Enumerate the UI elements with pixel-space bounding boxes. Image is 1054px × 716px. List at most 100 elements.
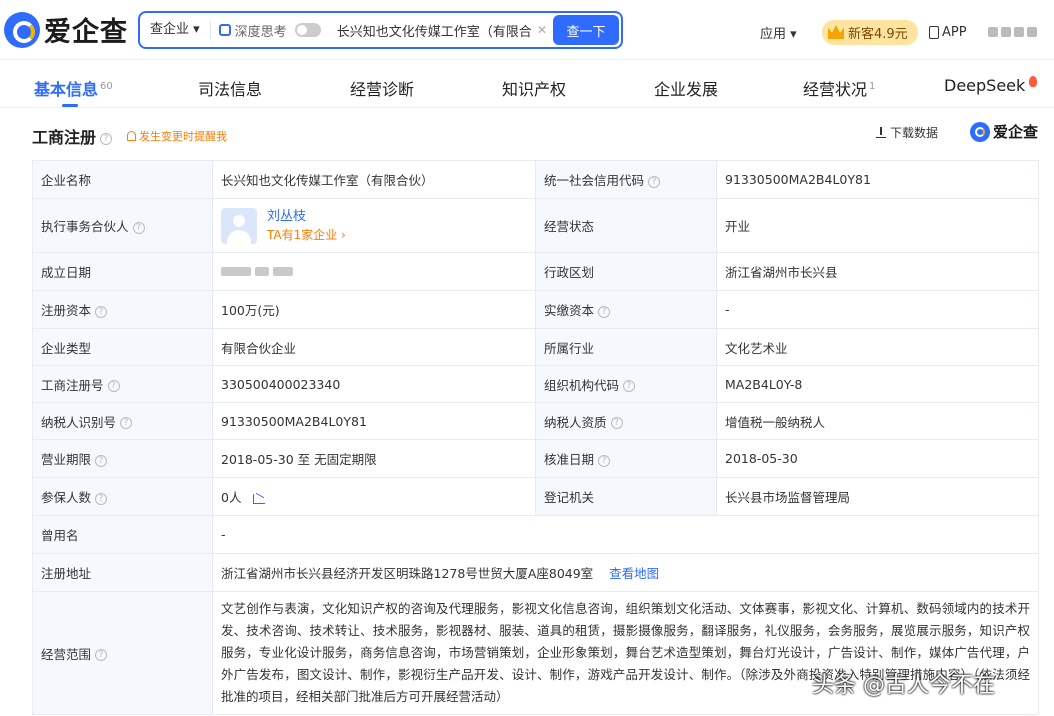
field-label: 纳税人识别号?: [32, 402, 213, 440]
field-label: 成立日期: [32, 252, 213, 291]
help-icon[interactable]: ?: [598, 454, 611, 467]
field-value: 91330500MA2B4L0Y81: [716, 160, 1039, 199]
field-value: -: [716, 290, 1039, 329]
search-type-dropdown[interactable]: 查企业 ▾: [140, 21, 211, 39]
tab-enterprise-development[interactable]: 企业发展: [654, 76, 718, 100]
field-value: 文化艺术业: [716, 328, 1039, 366]
table-row: 企业类型 有限合伙企业 所属行业 文化艺术业: [32, 328, 1039, 366]
table-row: 工商注册号? 330500400023340 组织机构代码? MA2B4L0Y-…: [32, 365, 1039, 403]
partner-name-link[interactable]: 刘丛枝: [267, 208, 346, 226]
field-value: 长兴知也文化传媒工作室（有限合伙）: [212, 160, 536, 199]
download-data-button[interactable]: 下载数据: [876, 124, 938, 141]
field-value-blurred: [212, 252, 536, 291]
deep-think-option[interactable]: 深度思考: [211, 21, 329, 40]
fire-icon: [1029, 76, 1038, 87]
tab-intellectual-property[interactable]: 知识产权: [502, 76, 566, 100]
app-download-link[interactable]: APP: [929, 20, 967, 44]
partner-company-count-link[interactable]: TA有1家企业 ›: [267, 226, 346, 244]
field-label: 执行事务合伙人?: [32, 198, 213, 253]
field-label: 经营范围?: [32, 591, 213, 715]
field-label: 营业期限?: [32, 439, 213, 478]
clear-icon[interactable]: ✕: [531, 23, 553, 37]
change-remind-link[interactable]: 发生变更时提醒我: [127, 128, 227, 144]
deep-think-icon: [218, 24, 231, 36]
promo-badge[interactable]: 新客4.9元: [822, 19, 918, 45]
deep-think-label: 深度思考: [234, 24, 287, 40]
download-icon: [876, 127, 886, 138]
app-label: APP: [942, 24, 967, 40]
field-label: 参保人数?: [32, 477, 213, 516]
help-icon[interactable]: ?: [107, 380, 120, 392]
tab-operation-status[interactable]: 经营状况 1: [803, 76, 875, 100]
table-row: 执行事务合伙人? 刘丛枝 TA有1家企业 › 经营状态 开业: [32, 198, 1039, 253]
deep-think-toggle[interactable]: [294, 23, 321, 37]
field-value: 长兴县市场监督管理局: [716, 477, 1039, 516]
field-value: 330500400023340: [212, 365, 536, 403]
field-label: 曾用名: [32, 515, 213, 554]
field-value: 增值税一般纳税人: [716, 402, 1039, 440]
partner-card[interactable]: 刘丛枝 TA有1家企业 ›: [221, 207, 527, 244]
main-tabs: 基本信息 60 司法信息 经营诊断 知识产权 企业发展 经营状况 1 DeepSee…: [0, 62, 1054, 108]
field-label: 经营状态: [535, 198, 717, 253]
field-label: 工商注册号?: [32, 365, 213, 403]
table-row: 成立日期 行政区划 浙江省湖州市长兴县: [32, 252, 1039, 291]
field-value: 有限合伙企业: [212, 328, 536, 366]
field-label: 组织机构代码?: [535, 365, 717, 403]
crown-icon: [828, 25, 844, 39]
watermark: 头条 @古人今不在: [812, 673, 995, 698]
field-label: 纳税人资质?: [535, 402, 717, 440]
field-value: 100万(元): [212, 290, 536, 329]
help-icon[interactable]: ?: [598, 305, 611, 318]
help-icon[interactable]: ?: [100, 132, 113, 145]
field-label: 登记机关: [535, 477, 717, 516]
site-logo[interactable]: 爱企查: [4, 10, 128, 49]
field-label: 行政区划: [535, 252, 717, 291]
field-value: 浙江省湖州市长兴县经济开发区明珠路1278号世贸大厦A座8049室 查看地图: [212, 553, 1039, 592]
table-row: 营业期限? 2018-05-30 至 无固定期限 核准日期? 2018-05-3…: [32, 439, 1039, 478]
phone-icon: [929, 25, 939, 39]
logo-mark-icon: [4, 11, 40, 48]
search-button[interactable]: 查一下: [553, 15, 619, 45]
help-icon[interactable]: ?: [648, 175, 661, 188]
table-row: 纳税人识别号? 91330500MA2B4L0Y81 纳税人资质? 增值税一般纳…: [32, 402, 1039, 440]
field-value: 浙江省湖州市长兴县: [716, 252, 1039, 291]
tab-basic-info[interactable]: 基本信息 60: [34, 76, 113, 100]
search-box: 查企业 ▾ 深度思考 长兴知也文化传媒工作室（有限合伙 ✕ 查一下: [138, 11, 623, 49]
tab-judicial-info[interactable]: 司法信息: [198, 76, 262, 100]
table-row: 参保人数? 0人 登记机关 长兴县市场监督管理局: [32, 477, 1039, 516]
table-row: 曾用名 -: [32, 515, 1039, 554]
search-input[interactable]: 长兴知也文化传媒工作室（有限合伙: [329, 21, 531, 40]
business-registration-table: 企业名称 长兴知也文化传媒工作室（有限合伙） 统一社会信用代码? 9133050…: [32, 160, 1039, 715]
help-icon[interactable]: ?: [95, 649, 108, 661]
field-label: 核准日期?: [535, 439, 717, 478]
field-label: 实缴资本?: [535, 290, 717, 329]
tab-deepseek[interactable]: DeepSeek: [944, 76, 1038, 95]
table-row: 注册资本? 100万(元) 实缴资本? -: [32, 290, 1039, 329]
field-value: -: [212, 515, 1039, 554]
table-row: 企业名称 长兴知也文化传媒工作室（有限合伙） 统一社会信用代码? 9133050…: [32, 160, 1039, 199]
help-icon[interactable]: ?: [610, 417, 623, 429]
help-icon[interactable]: ?: [95, 492, 108, 505]
tab-operation-diagnosis[interactable]: 经营诊断: [350, 76, 414, 100]
avatar: [221, 207, 257, 244]
help-icon[interactable]: ?: [95, 305, 108, 318]
help-icon[interactable]: ?: [132, 221, 145, 234]
field-label: 企业名称: [32, 160, 213, 199]
field-value: 开业: [716, 198, 1039, 253]
user-avatar[interactable]: [988, 20, 1037, 44]
trend-chart-icon[interactable]: [253, 493, 266, 504]
field-value: 91330500MA2B4L0Y81: [212, 402, 536, 440]
bell-icon: [127, 131, 136, 141]
field-value: MA2B4L0Y-8: [716, 365, 1039, 403]
brand-logo: 爱企查: [970, 121, 1038, 142]
view-map-link[interactable]: 查看地图: [609, 566, 659, 581]
field-value: 2018-05-30 至 无固定期限: [212, 439, 536, 478]
help-icon[interactable]: ?: [120, 417, 133, 429]
top-header: 爱企查 查企业 ▾ 深度思考 长兴知也文化传媒工作室（有限合伙 ✕ 查一下 应用…: [0, 0, 1054, 60]
promo-label: 新客4.9元: [848, 26, 908, 42]
help-icon[interactable]: ?: [623, 380, 636, 392]
help-icon[interactable]: ?: [95, 454, 108, 467]
active-tab-indicator: [62, 104, 78, 107]
logo-text: 爱企查: [44, 17, 128, 48]
apply-menu[interactable]: 应用 ▾: [760, 20, 797, 44]
